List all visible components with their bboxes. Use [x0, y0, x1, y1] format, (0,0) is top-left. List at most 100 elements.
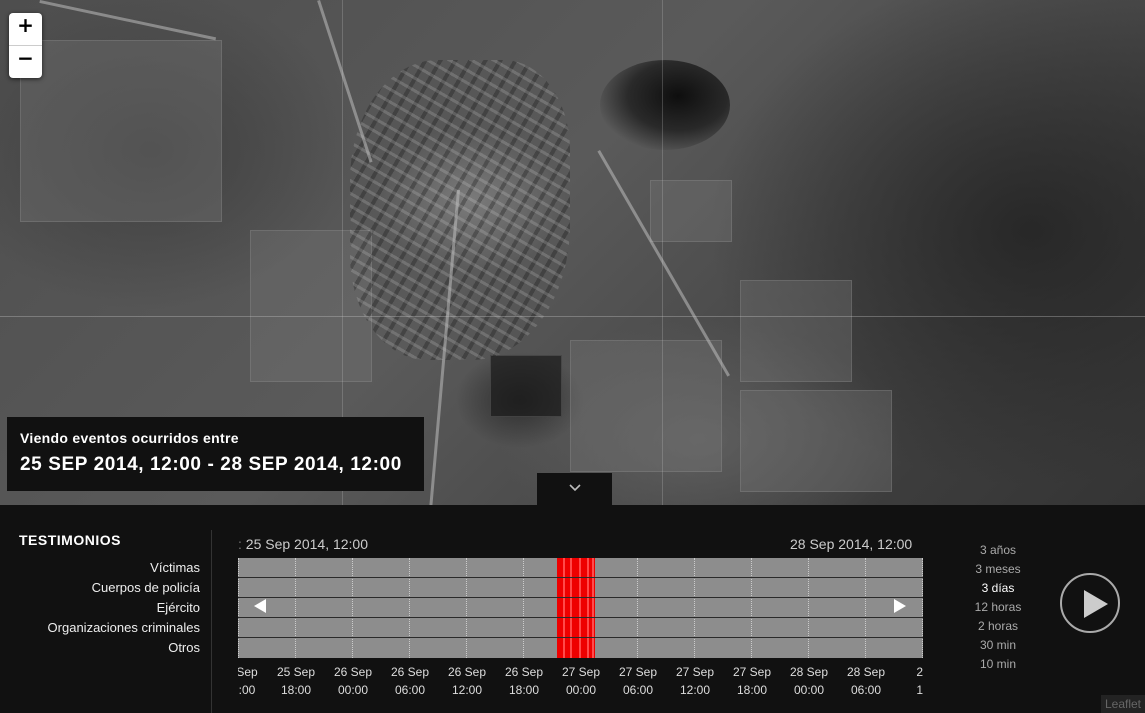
zoom-level-12-hours[interactable]: 12 horas: [958, 600, 1038, 619]
axis-date: 27 Sep: [675, 665, 715, 679]
zoom-level-3-years[interactable]: 3 años: [958, 543, 1038, 562]
map-road: [317, 0, 373, 163]
zoom-out-button[interactable]: −: [9, 45, 42, 78]
axis-label: 26 Sep 00:00: [323, 663, 383, 699]
range-end-label: 28 Sep 2014, 12:00: [790, 536, 913, 552]
axis-label: 26 Sep 18:00: [494, 663, 554, 699]
event-bar: [592, 558, 594, 658]
category-organizaciones: Organizaciones criminales: [47, 620, 200, 635]
timeline-tick: [751, 558, 752, 658]
timeline-tick: [922, 558, 923, 658]
timeline-tick: [295, 558, 296, 658]
category-list: Víctimas Cuerpos de policía Ejército Org…: [0, 560, 200, 660]
axis-time: 18:00: [736, 683, 768, 697]
chevron-down-icon: [568, 484, 581, 492]
tile-seam: [0, 316, 1145, 317]
smoke-plume: [600, 60, 730, 150]
axis-time: 00:00: [565, 683, 597, 697]
category-policia: Cuerpos de policía: [91, 580, 200, 595]
zoom-level-3-days[interactable]: 3 días: [958, 581, 1038, 600]
range-start-marker: :: [238, 536, 242, 552]
timeline-prev-button[interactable]: [253, 598, 267, 618]
axis-label: 28 Sep 06:00: [836, 663, 896, 699]
map-field: [740, 280, 852, 382]
axis-date: 25 Sep: [276, 665, 316, 679]
axis-date: 28 Sep: [789, 665, 829, 679]
range-start-text: 25 Sep 2014, 12:00: [245, 536, 369, 552]
timeline-panel: TESTIMONIOS Víctimas Cuerpos de policía …: [0, 505, 1145, 713]
time-zoom-levels: 3 años 3 meses 3 días 12 horas 2 horas 3…: [958, 543, 1038, 676]
category-victimas: Víctimas: [150, 560, 200, 575]
zoom-level-30-min[interactable]: 30 min: [958, 638, 1038, 657]
range-start-label: : 25 Sep 2014, 12:00: [238, 536, 368, 552]
axis-time: 06:00: [622, 683, 654, 697]
axis-date: 26 Sep: [504, 665, 544, 679]
axis-date: 28 Sep: [846, 665, 886, 679]
timeline-row-separator: [238, 597, 923, 598]
axis-time: 00:00: [793, 683, 825, 697]
panel-title: TESTIMONIOS: [19, 532, 121, 548]
category-otros: Otros: [168, 640, 200, 655]
axis-time: 18:00: [508, 683, 540, 697]
axis-date: 27 Sep: [561, 665, 601, 679]
map-field: [740, 390, 892, 492]
zoom-level-10-min[interactable]: 10 min: [958, 657, 1038, 676]
panel-divider: [211, 530, 212, 713]
event-bar: [563, 558, 565, 658]
time-axis: Sep:00 25 Sep 18:00 26 Sep 00:00 26 Sep 06:…: [238, 663, 923, 703]
axis-time: 06:00: [850, 683, 882, 697]
timeline-tick: [808, 558, 809, 658]
axis-label: 25 Sep 18:00: [266, 663, 326, 699]
zoom-level-3-months[interactable]: 3 meses: [958, 562, 1038, 581]
axis-date: 26 Sep: [390, 665, 430, 679]
time-range-info: Viendo eventos ocurridos entre 25 SEP 20…: [7, 417, 424, 491]
timeline-tick: [865, 558, 866, 658]
axis-date: 27 Sep: [732, 665, 772, 679]
timeline-tick: [238, 558, 239, 658]
timeline-track[interactable]: [238, 558, 923, 658]
map-road: [39, 0, 217, 41]
timeline-row-separator: [238, 577, 923, 578]
zoom-in-button[interactable]: +: [9, 13, 42, 45]
timeline-tick: [637, 558, 638, 658]
timeline-tick: [694, 558, 695, 658]
collapse-panel-button[interactable]: [537, 473, 612, 505]
triangle-left-icon: [254, 599, 266, 613]
axis-label: 27 Sep 12:00: [665, 663, 725, 699]
play-button[interactable]: [1060, 573, 1120, 633]
info-range: 25 SEP 2014, 12:00 - 28 SEP 2014, 12:00: [20, 454, 402, 475]
axis-label: 26 Sep 06:00: [380, 663, 440, 699]
event-bar: [587, 558, 589, 658]
axis-label: 28 Sep 00:00: [779, 663, 839, 699]
category-ejercito: Ejército: [156, 600, 200, 615]
timeline-row-separator: [238, 637, 923, 638]
zoom-level-2-hours[interactable]: 2 horas: [958, 619, 1038, 638]
map-field: [570, 340, 722, 472]
map-field: [490, 355, 562, 417]
axis-time: 12:00: [451, 683, 483, 697]
timeline-tick: [466, 558, 467, 658]
axis-time: 18:00: [280, 683, 312, 697]
event-bar: [570, 558, 572, 658]
info-heading: Viendo eventos ocurridos entre: [20, 430, 239, 446]
event-bar: [579, 558, 581, 658]
axis-time: 12:00: [679, 683, 711, 697]
axis-time: 12: [916, 683, 923, 697]
timeline-next-button[interactable]: [893, 598, 907, 618]
event-highlight[interactable]: [557, 558, 595, 658]
axis-time: 00:00: [337, 683, 369, 697]
triangle-right-icon: [894, 599, 906, 613]
zoom-control: + −: [9, 13, 42, 78]
axis-time: 06:00: [394, 683, 426, 697]
axis-label: 26 Sep 12:00: [437, 663, 497, 699]
axis-label: 2812: [893, 663, 923, 699]
timeline-tick: [409, 558, 410, 658]
timeline-tick: [352, 558, 353, 658]
axis-label: 27 Sep 06:00: [608, 663, 668, 699]
axis-date: 28: [916, 665, 923, 679]
map-attribution[interactable]: Leaflet: [1100, 695, 1145, 713]
axis-label: 27 Sep 00:00: [551, 663, 611, 699]
axis-date: 26 Sep: [447, 665, 487, 679]
map-field: [20, 40, 222, 222]
timeline-row-separator: [238, 617, 923, 618]
